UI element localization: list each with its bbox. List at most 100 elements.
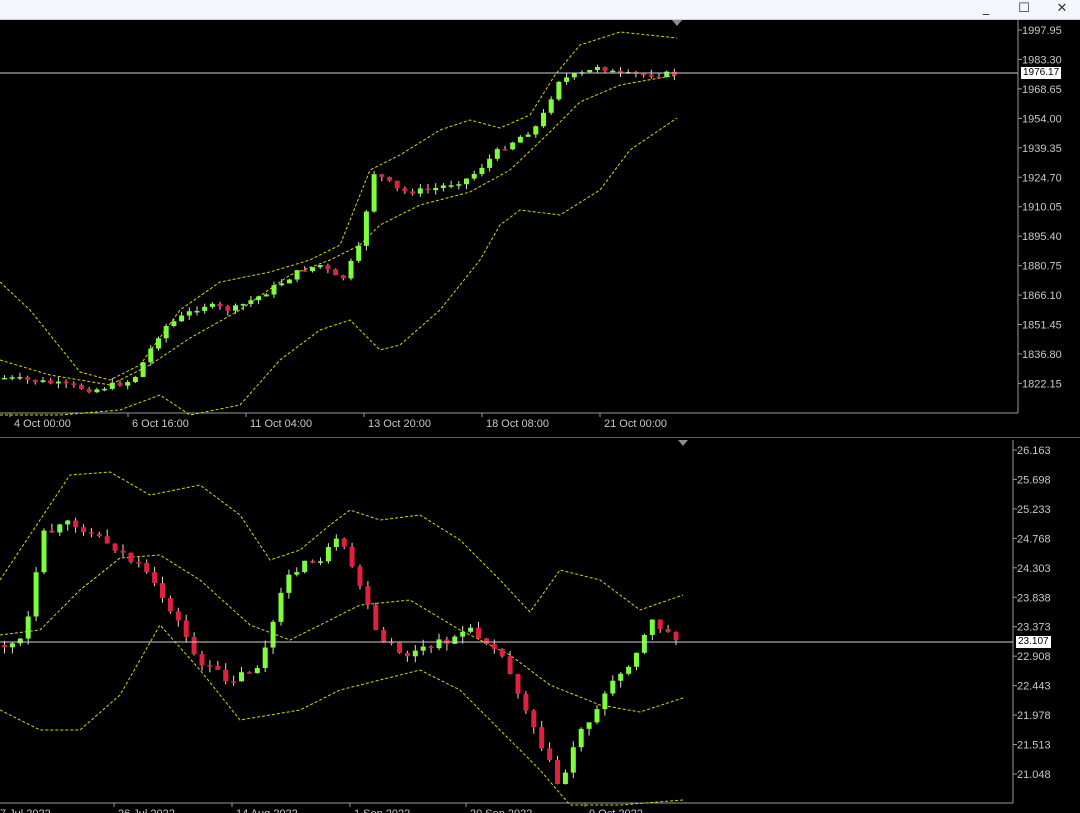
price-axis-label: 1836.80 — [1022, 349, 1062, 361]
bear-candle — [387, 176, 392, 181]
bull-candle — [140, 362, 146, 377]
bull-candle — [202, 306, 208, 311]
current-price-label: 23.107 — [1016, 636, 1051, 648]
bollinger-lower-band — [0, 624, 684, 806]
bull-candle — [412, 650, 418, 657]
bull-candle — [94, 389, 100, 393]
bear-candle — [523, 693, 529, 711]
gold-price-chart[interactable]: 1997.95 1983.30 1968.65 1954.00 1939.35 1924.… — [0, 20, 1080, 435]
bear-candle — [144, 563, 150, 573]
bull-candle — [9, 377, 15, 379]
bear-candle — [112, 543, 118, 551]
bear-candle — [225, 306, 231, 311]
bull-candle — [333, 538, 339, 548]
bear-candle — [183, 620, 189, 637]
bull-candle — [548, 99, 554, 113]
bull-candle — [286, 574, 292, 593]
bear-candle — [357, 566, 363, 587]
bull-candle — [618, 673, 624, 681]
maximize-icon[interactable]: ☐ — [1010, 0, 1038, 19]
bear-candle — [63, 381, 69, 384]
bear-candle — [648, 74, 654, 77]
price-axis-label: 1866.10 — [1022, 290, 1062, 302]
minimize-icon[interactable]: _ — [972, 0, 1000, 19]
bull-candle — [471, 173, 477, 179]
bear-candle — [404, 652, 410, 657]
time-axis-label: 4 Oct 00:00 — [14, 418, 71, 430]
bear-candle — [191, 636, 197, 655]
bear-candle — [502, 149, 508, 151]
bear-candle — [310, 560, 316, 563]
price-axis-label: 1910.05 — [1022, 202, 1062, 214]
bull-candle — [256, 296, 262, 301]
price-axis-label: 1983.30 — [1022, 54, 1062, 66]
bear-candle — [428, 646, 434, 649]
price-axis-label: 1822.15 — [1022, 378, 1062, 390]
bear-candle — [246, 672, 252, 674]
bear-candle — [73, 520, 79, 528]
bear-candle — [117, 382, 123, 386]
bear-candle — [397, 642, 402, 653]
bull-candle — [317, 265, 323, 268]
bull-candle — [371, 174, 377, 212]
price-axis-label: 23.373 — [1017, 622, 1051, 634]
bull-candle — [634, 652, 639, 667]
price-axis-label: 1895.40 — [1022, 231, 1062, 243]
time-axis-label: 13 Oct 20:00 — [368, 418, 431, 430]
bull-candle — [594, 67, 600, 71]
bear-candle — [491, 644, 497, 649]
bear-candle — [410, 191, 416, 194]
bollinger-middle-band — [0, 74, 678, 386]
price-axis-label: 25.233 — [1017, 504, 1051, 516]
bear-candle — [665, 628, 671, 633]
bear-candle — [379, 174, 385, 177]
price-axis-label: 21.978 — [1017, 710, 1051, 722]
bull-candle — [318, 561, 323, 563]
close-icon[interactable]: ✕ — [1048, 0, 1076, 19]
bull-candle — [302, 560, 308, 573]
bear-candle — [104, 536, 110, 544]
bull-candle — [587, 70, 593, 73]
bear-candle — [425, 188, 431, 191]
bull-candle — [179, 315, 185, 322]
price-axis-label: 22.908 — [1017, 651, 1051, 663]
bull-candle — [641, 634, 647, 653]
bull-candle — [649, 619, 655, 635]
bull-candle — [55, 381, 61, 384]
chart-shift-marker — [672, 20, 682, 26]
bull-candle — [40, 380, 46, 383]
bear-candle — [152, 572, 158, 584]
bull-candle — [664, 71, 670, 77]
bear-candle — [2, 645, 7, 648]
bear-candle — [215, 665, 221, 670]
bull-candle — [525, 134, 531, 137]
time-axis-label: 11 Oct 04:00 — [250, 418, 312, 430]
bear-candle — [207, 665, 213, 667]
bull-candle — [17, 638, 23, 644]
price-axis-label: 24.768 — [1017, 533, 1051, 545]
bull-candle — [57, 524, 63, 533]
silver-price-chart[interactable]: 26.163 25.698 25.233 24.768 24.303 23.838 23.3… — [0, 440, 1080, 813]
bull-candle — [468, 627, 474, 632]
price-axis-label: 25.698 — [1017, 474, 1051, 486]
bull-candle — [294, 270, 300, 280]
bull-candle — [533, 126, 539, 135]
price-axis-label: 22.443 — [1017, 681, 1051, 693]
bear-candle — [48, 380, 54, 384]
time-axis-label: 6 Oct 16:00 — [132, 418, 189, 430]
price-axis-label: 23.838 — [1017, 592, 1051, 604]
bear-candle — [641, 73, 647, 76]
bull-candle — [262, 647, 268, 669]
bear-candle — [79, 384, 84, 390]
bull-candle — [271, 285, 277, 295]
price-axis-label: 1880.75 — [1022, 261, 1062, 273]
bear-candle — [120, 550, 126, 553]
bull-candle — [270, 621, 276, 648]
bear-candle — [340, 275, 346, 279]
bull-candle — [294, 572, 300, 575]
bull-candle — [310, 267, 315, 272]
bear-candle — [71, 383, 77, 385]
price-axis-label: 1954.00 — [1022, 113, 1062, 125]
bull-candle — [156, 338, 161, 349]
time-axis-label: 26 Jul 2022 — [118, 808, 175, 813]
